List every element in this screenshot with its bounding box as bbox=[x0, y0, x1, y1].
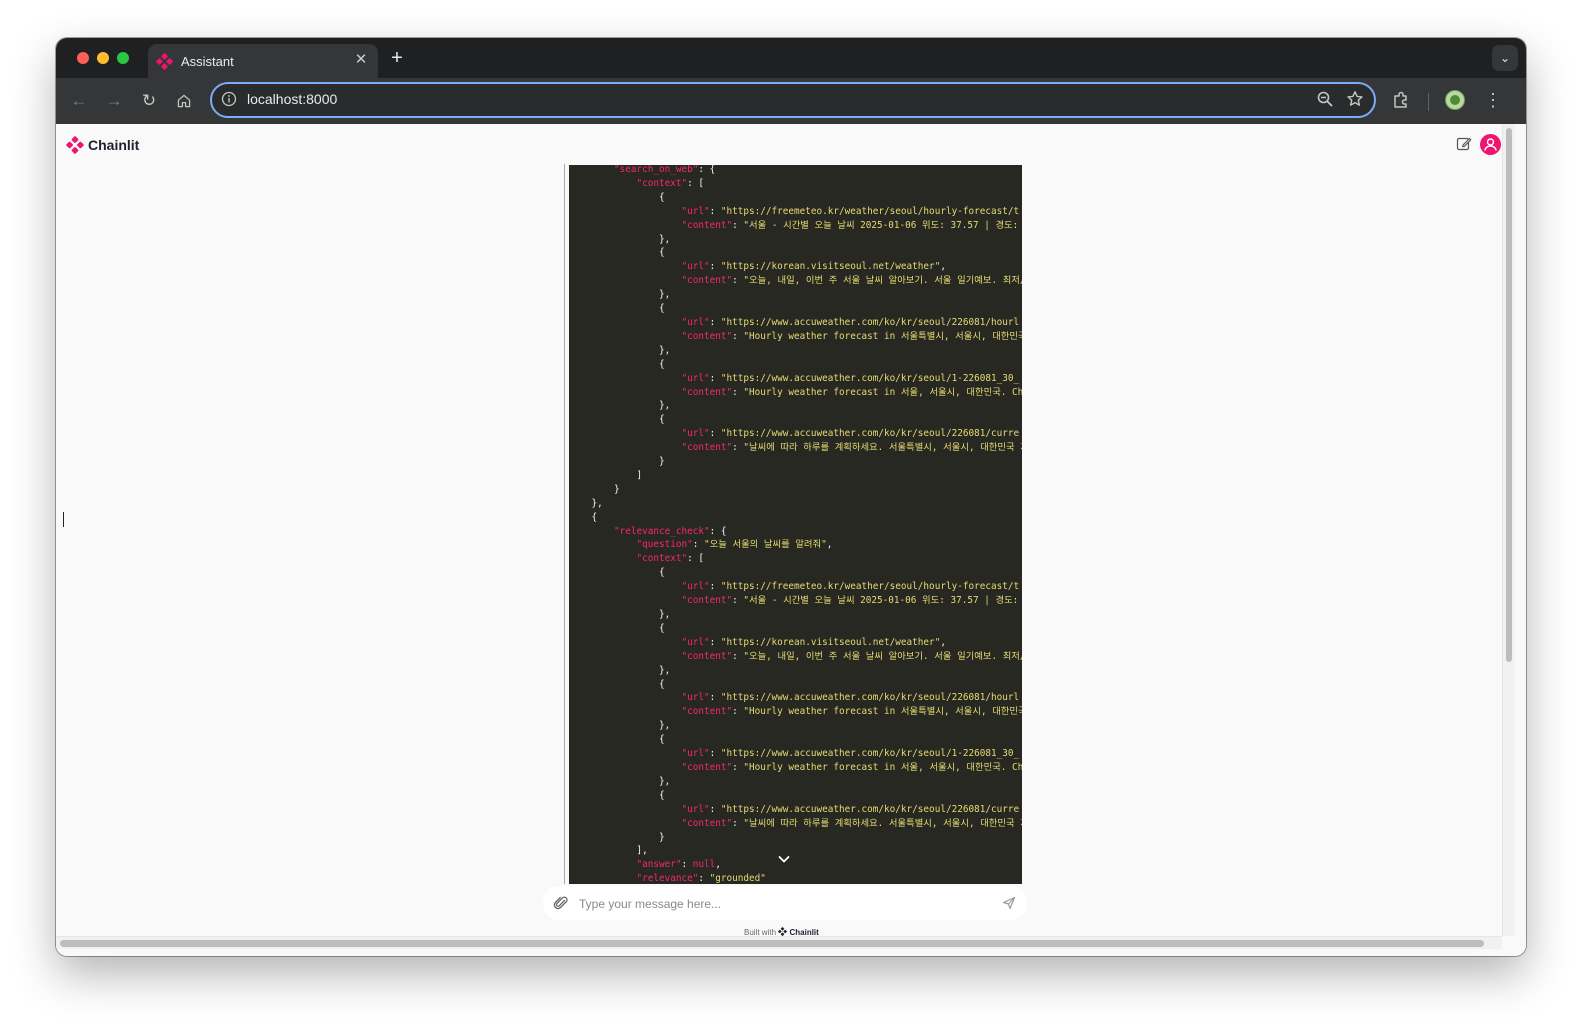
code-content: "search_on_web": { "context": [ { "url":… bbox=[569, 165, 1023, 884]
chainlit-logo-icon bbox=[66, 136, 84, 154]
code-line: { bbox=[569, 567, 665, 579]
reload-icon[interactable]: ↻ bbox=[136, 88, 162, 114]
code-line: "url": "https://freemeteo.kr/weather/seo… bbox=[681, 205, 1020, 217]
minimize-window-button[interactable] bbox=[97, 52, 109, 64]
code-line: }, bbox=[569, 400, 671, 412]
code-line: ], bbox=[569, 845, 648, 857]
code-line: { bbox=[569, 734, 665, 746]
zoom-window-button[interactable] bbox=[117, 52, 129, 64]
tab-assistant[interactable]: Assistant ✕ bbox=[148, 44, 378, 78]
code-line: "context": [ bbox=[636, 553, 705, 565]
code-line: }, bbox=[569, 664, 671, 676]
horizontal-scrollbar[interactable] bbox=[56, 936, 1502, 949]
code-line: "url": "https://korean.visitseoul.net/we… bbox=[681, 261, 946, 273]
chainlit-logo-icon bbox=[156, 53, 173, 70]
edit-icon[interactable] bbox=[1456, 136, 1472, 152]
code-line: }, bbox=[569, 289, 671, 301]
code-line: }, bbox=[569, 497, 603, 509]
code-line: "url": "https://freemeteo.kr/weather/seo… bbox=[681, 581, 1020, 593]
star-icon[interactable] bbox=[1346, 90, 1364, 108]
code-line: "search_on_web": { bbox=[614, 165, 716, 175]
code-line: "content": "Hourly weather forecast in 서… bbox=[681, 761, 1022, 773]
code-line: "content": "날씨에 따라 하루를 계획하세요. 서울특별시, 서울시… bbox=[681, 442, 1022, 454]
code-line: "url": "https://www.accuweather.com/ko/k… bbox=[681, 748, 1020, 760]
code-line: "url": "https://www.accuweather.com/ko/k… bbox=[681, 316, 1020, 328]
code-line: "relevance": "grounded" bbox=[636, 873, 766, 884]
user-avatar-icon[interactable] bbox=[1480, 134, 1501, 155]
app-name: Chainlit bbox=[88, 137, 140, 153]
page-viewport: Chainlit "search_on_web": { "context": [… bbox=[56, 124, 1526, 956]
code-line: { bbox=[569, 511, 598, 523]
arrow-right-icon[interactable]: → bbox=[101, 88, 127, 114]
json-code-block: "search_on_web": { "context": [ { "url":… bbox=[569, 165, 1022, 884]
tab-strip: Assistant ✕ + ⌄ bbox=[56, 38, 1526, 78]
url-text: localhost:8000 bbox=[247, 91, 338, 107]
browser-window: Assistant ✕ + ⌄ ← → ↻ localhost:8000 ⋮ C… bbox=[56, 38, 1526, 956]
code-line: }, bbox=[569, 775, 671, 787]
home-icon[interactable] bbox=[171, 88, 197, 114]
code-line: "url": "https://korean.visitseoul.net/we… bbox=[681, 636, 946, 648]
code-line: "url": "https://www.accuweather.com/ko/k… bbox=[681, 803, 1020, 815]
paperclip-icon[interactable] bbox=[553, 895, 569, 911]
code-line: { bbox=[569, 191, 665, 203]
vertical-scrollbar-thumb[interactable] bbox=[1506, 128, 1512, 662]
code-line: "content": "오늘, 내일, 이번 주 서울 날씨 알아보기. 서울 … bbox=[681, 275, 1022, 287]
send-icon[interactable] bbox=[1002, 896, 1016, 910]
text-cursor bbox=[63, 512, 64, 527]
code-line: "content": "Hourly weather forecast in 서… bbox=[681, 386, 1022, 398]
code-line: "content": "오늘, 내일, 이번 주 서울 날씨 알아보기. 서울 … bbox=[681, 650, 1022, 662]
code-line: "content": "서울 - 시간별 오늘 날씨 2025-01-06 위도… bbox=[681, 595, 1022, 607]
code-line: }, bbox=[569, 720, 671, 732]
code-line: { bbox=[569, 622, 665, 634]
code-line: } bbox=[569, 483, 620, 495]
chevron-down-icon[interactable]: ⌄ bbox=[1492, 45, 1518, 71]
address-bar[interactable]: localhost:8000 bbox=[210, 82, 1376, 118]
code-line: { bbox=[569, 247, 665, 259]
chainlit-logo-icon bbox=[778, 927, 788, 936]
close-window-button[interactable] bbox=[77, 52, 89, 64]
puzzle-icon[interactable] bbox=[1391, 90, 1411, 110]
code-line: "context": [ bbox=[636, 177, 705, 189]
message-composer bbox=[543, 886, 1027, 920]
code-line: { bbox=[569, 303, 665, 315]
code-line: "url": "https://www.accuweather.com/ko/k… bbox=[681, 692, 1020, 704]
code-line: { bbox=[569, 678, 665, 690]
code-line: "question": "오늘 서울의 날씨를 알려줘", bbox=[636, 539, 833, 551]
code-line: "relevance_check": { bbox=[614, 525, 727, 537]
kebab-menu-icon[interactable]: ⋮ bbox=[1484, 90, 1502, 112]
toolbar-divider bbox=[1428, 93, 1429, 111]
chevron-down-icon[interactable] bbox=[776, 851, 792, 867]
chainlit-logo: Chainlit bbox=[66, 136, 139, 154]
code-line: ] bbox=[569, 469, 643, 481]
code-line: "content": "날씨에 따라 하루를 계획하세요. 서울특별시, 서울시… bbox=[681, 817, 1022, 829]
code-line: }, bbox=[569, 609, 671, 620]
browser-toolbar: ← → ↻ localhost:8000 ⋮ bbox=[56, 78, 1526, 124]
profile-icon[interactable] bbox=[1445, 90, 1465, 110]
close-icon[interactable]: ✕ bbox=[352, 51, 370, 69]
tab-title: Assistant bbox=[181, 54, 234, 69]
code-line: "url": "https://www.accuweather.com/ko/k… bbox=[681, 428, 1020, 440]
code-line: "url": "https://www.accuweather.com/ko/k… bbox=[681, 372, 1020, 384]
zoom-icon[interactable] bbox=[1316, 90, 1334, 108]
new-tab-button[interactable]: + bbox=[386, 47, 408, 69]
code-line: }, bbox=[569, 344, 671, 356]
code-line: "content": "Hourly weather forecast in 서… bbox=[681, 706, 1022, 718]
horizontal-scrollbar-thumb[interactable] bbox=[60, 940, 1484, 947]
code-line: } bbox=[569, 831, 665, 843]
info-icon[interactable] bbox=[221, 91, 237, 107]
vertical-scrollbar[interactable] bbox=[1502, 124, 1515, 936]
code-line: { bbox=[569, 789, 665, 801]
message-divider bbox=[564, 164, 565, 884]
code-line: "content": "Hourly weather forecast in 서… bbox=[681, 330, 1022, 342]
arrow-left-icon[interactable]: ← bbox=[66, 88, 92, 114]
code-line: } bbox=[569, 456, 665, 468]
message-input[interactable] bbox=[577, 892, 1001, 916]
code-line: "answer": null, bbox=[636, 859, 721, 871]
code-line: { bbox=[569, 358, 665, 370]
code-line: { bbox=[569, 414, 665, 426]
code-line: }, bbox=[569, 233, 671, 245]
code-line: "content": "서울 - 시간별 오늘 날씨 2025-01-06 위도… bbox=[681, 219, 1022, 231]
